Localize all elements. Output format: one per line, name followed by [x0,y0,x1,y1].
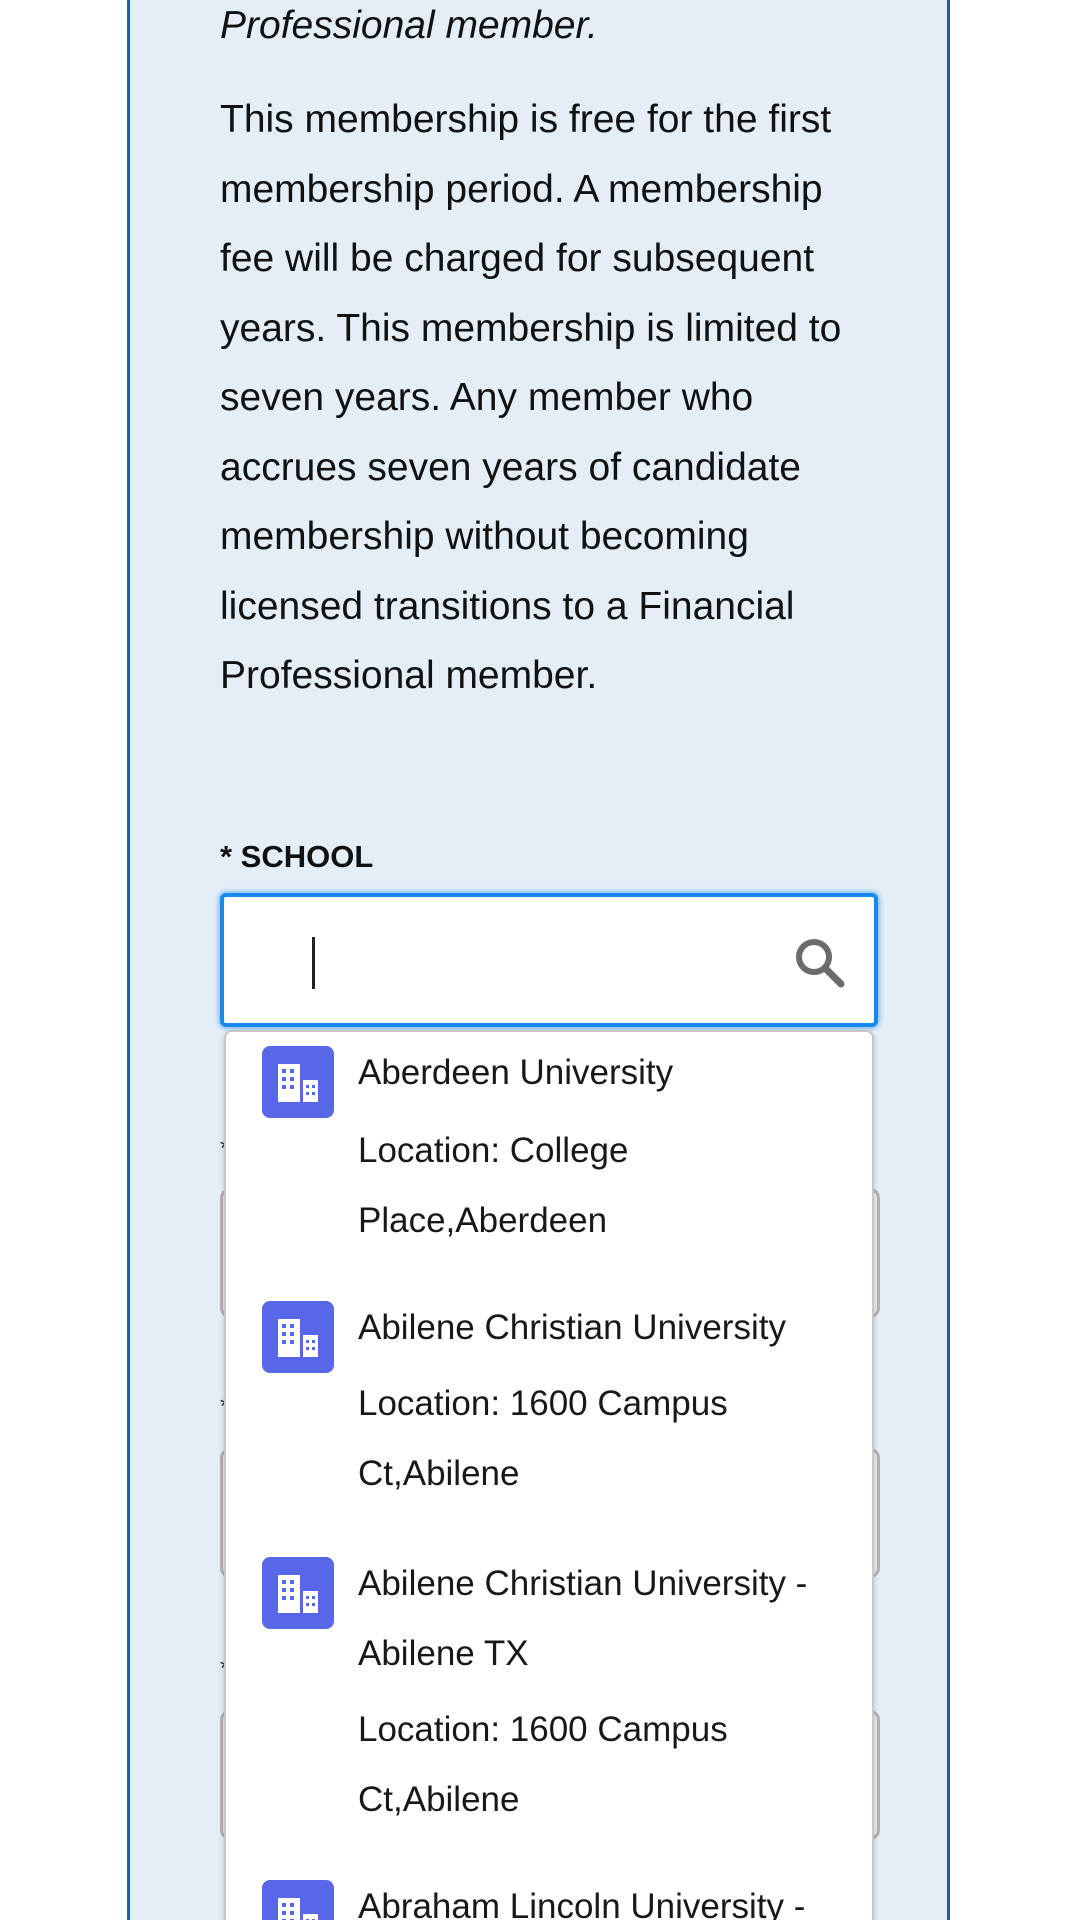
option-title: Abraham Lincoln University - [358,1887,806,1920]
intro-italic-text: Professional member. [220,4,598,47]
school-field-label: * SCHOOL [220,839,374,874]
building-icon [262,1880,334,1920]
search-icon[interactable] [792,935,848,991]
school-search-box[interactable] [220,893,878,1027]
option-title: Abilene Christian University - Abilene T… [358,1564,808,1673]
building-icon [262,1301,334,1373]
building-icon [262,1046,334,1118]
school-suggestions-dropdown: Aberdeen University Location: College Pl… [224,1030,874,1920]
page: Professional member. This membership is … [0,0,1080,1920]
option-location: Location: 1600 Campus Ct,Abilene [358,1710,728,1819]
building-icon [262,1557,334,1629]
option-title: Abilene Christian University [358,1308,786,1347]
option-title: Aberdeen University [358,1053,674,1092]
suggestion-option[interactable]: Abilene Christian University Location: 1… [226,1287,872,1542]
membership-description: This membership is free for the first me… [220,98,842,697]
suggestion-option[interactable]: Aberdeen University Location: College Pl… [226,1032,872,1287]
school-search-input[interactable] [304,927,768,993]
suggestion-option[interactable]: Abraham Lincoln University - [226,1868,872,1920]
suggestion-option[interactable]: Abilene Christian University - Abilene T… [226,1543,872,1868]
option-location: Location: College Place,Aberdeen [358,1131,629,1240]
option-location: Location: 1600 Campus Ct,Abilene [358,1384,728,1493]
text-caret [312,937,315,989]
